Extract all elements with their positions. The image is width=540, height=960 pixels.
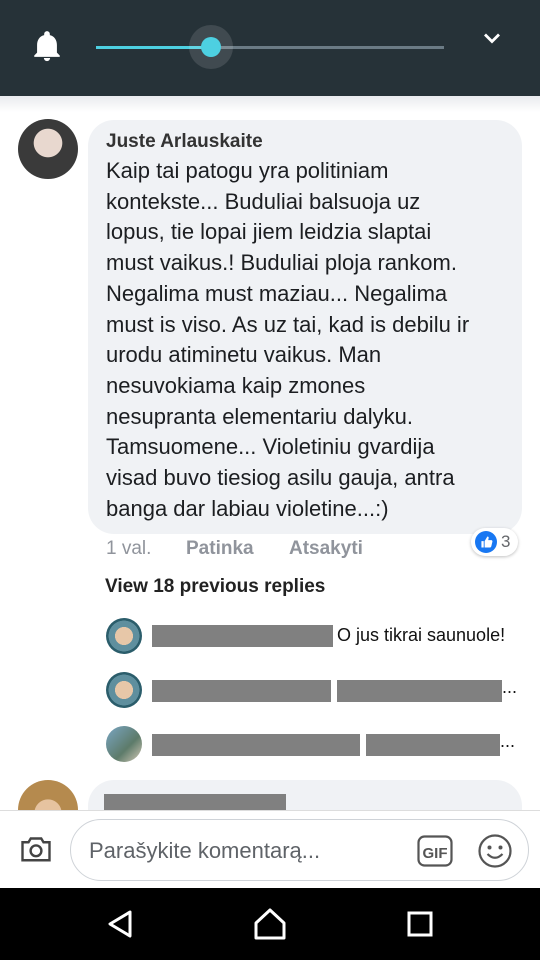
reaction-badge[interactable]: 3 (471, 528, 518, 556)
reply-ellipsis: ... (502, 677, 518, 697)
home-icon[interactable] (252, 906, 288, 942)
volume-slider-thumb[interactable] (200, 37, 221, 57)
comment-line: nesuvokiama kaip zmones (106, 372, 366, 398)
back-icon[interactable] (104, 908, 136, 940)
comment-line: kontekste... Buduliai balsuoja uz (106, 188, 421, 214)
comment-text: Kaip tai patogu yra politiniam kontekste… (106, 156, 512, 524)
comment-author[interactable]: Juste Arlauskaite (106, 131, 263, 153)
comment-line: nesupranta elementariu dalyku. (106, 403, 413, 429)
comment-line: lopus, tie lopai jiem leidzia slaptai (106, 219, 432, 245)
reply-avatar[interactable] (106, 672, 142, 708)
comment-line: banga dar labiau violetine...:) (106, 495, 389, 521)
comment-line: must vaikus.! Buduliai ploja rankom. (106, 250, 457, 276)
chevron-down-icon[interactable] (478, 24, 506, 52)
like-button[interactable]: Patinka (186, 538, 254, 560)
emoji-icon[interactable] (477, 833, 513, 869)
reply-avatar[interactable] (106, 618, 142, 654)
redacted-name (152, 680, 331, 702)
redacted-text (366, 734, 500, 756)
volume-overlay (0, 0, 540, 96)
avatar[interactable] (18, 119, 78, 179)
comment-line: Negalima must maziau... Negalima (106, 280, 448, 306)
comment-input[interactable]: Parašykite komentarą... GIF (70, 819, 529, 881)
comment-input-placeholder: Parašykite komentarą... (89, 838, 321, 863)
svg-text:GIF: GIF (423, 845, 448, 862)
reply-text: O jus tikrai saunuole! (337, 625, 506, 645)
comment-line: must is viso. As uz tai, kad is debilu i… (106, 311, 470, 337)
volume-slider[interactable] (96, 46, 444, 49)
comment-timestamp: 1 val. (106, 538, 152, 559)
comment-line: urodu atiminetu vaikus. Man (106, 342, 382, 368)
screen: Juste Arlauskaite Kaip tai patogu yra po… (0, 0, 540, 960)
recent-apps-icon[interactable] (406, 910, 434, 938)
reaction-count: 3 (501, 532, 511, 551)
redacted-name (152, 625, 333, 647)
thumbs-up-icon (475, 531, 497, 553)
comment-composer: Parašykite komentarą... GIF (0, 810, 540, 888)
redacted-text (337, 680, 502, 702)
separator (0, 96, 540, 112)
bell-icon[interactable] (30, 30, 64, 64)
reply-ellipsis: ... (500, 731, 516, 751)
camera-icon[interactable] (18, 831, 54, 867)
reply-avatar[interactable] (106, 726, 142, 762)
redacted-name (152, 734, 360, 756)
reply-button[interactable]: Atsakyti (289, 538, 363, 560)
view-previous-replies-link[interactable]: View 18 previous replies (105, 576, 325, 598)
system-nav-bar (0, 888, 540, 960)
comment-line: visad buvo tiesiog asilu gauja, antra (106, 465, 455, 491)
gif-icon[interactable]: GIF (417, 835, 453, 867)
comment-line: Tamsuomene... Violetiniu gvardija (106, 434, 435, 460)
comment-line: Kaip tai patogu yra politiniam (106, 158, 389, 183)
